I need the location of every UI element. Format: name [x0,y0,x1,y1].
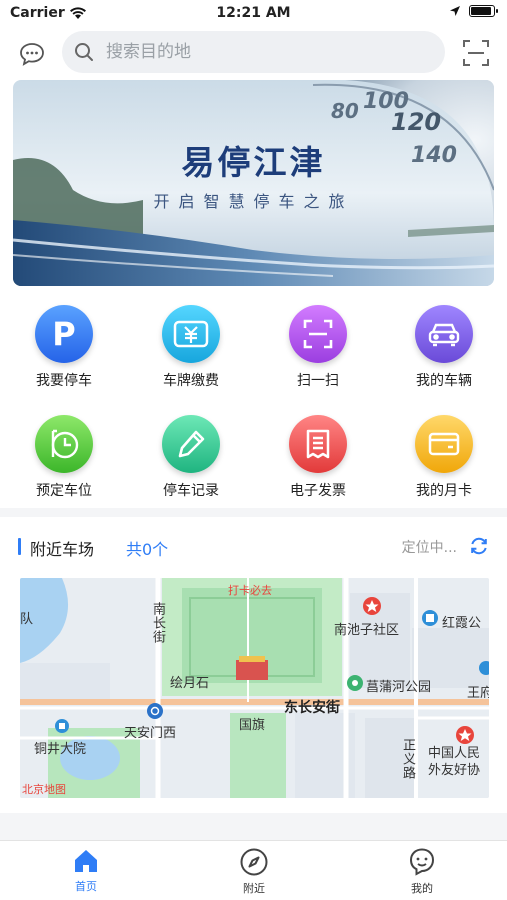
map-label: 队 [20,612,34,627]
menu-item-records[interactable]: 停车记录 [141,415,241,500]
car-icon [428,323,460,347]
battery-icon [469,5,498,17]
map-label: 打卡必去 [228,584,272,597]
pencil-icon [178,430,205,458]
refresh-location-button[interactable] [467,534,491,558]
service-menu: P 我要停车 车牌缴费 扫一扫 我的车辆 预定车位 停车记录 电子发票 我的月卡 [0,298,507,508]
map-label: 天安门西 [124,726,177,741]
scan-frame-icon [463,40,489,66]
svg-text:P: P [52,316,75,352]
speedo-number: 80 [331,99,359,123]
menu-item-label: 车牌缴费 [163,373,219,389]
tab-nearby[interactable]: 附近 [204,847,304,896]
speedo-number: 120 [391,108,441,136]
promo-banner[interactable]: 80 100 120 140 易停江津 开启智慧停车之旅 [13,80,494,286]
banner-subtitle: 开启智慧停车之旅 [153,192,354,211]
status-time: 12:21 AM [216,5,291,21]
search-bar[interactable] [62,31,445,73]
tab-label: 首页 [75,880,97,893]
receipt-icon [306,429,330,459]
search-icon [75,43,93,61]
scan-icon [303,319,333,349]
menu-item-my-car[interactable]: 我的车辆 [394,305,494,390]
menu-item-label: 扫一扫 [297,373,339,389]
chat-bubble-icon [20,43,44,66]
menu-item-scan[interactable]: 扫一扫 [268,305,368,390]
map-logo: 北京地图 [22,783,66,796]
map-view[interactable]: 打卡必去 队 南长街 绘月石 南池子社区 红霞公 菖蒲河公园 王府 东长安街 天… [20,578,489,798]
parking-p-icon: P [52,316,75,352]
menu-item-label: 我的月卡 [416,483,472,499]
map-label: 正义路 [400,738,415,780]
yuan-payment-icon [173,320,209,348]
menu-item-monthly-card[interactable]: 我的月卡 [394,415,494,500]
map-label: 南长街 [150,602,165,644]
menu-item-label: 停车记录 [163,483,219,499]
section-accent-bar [18,538,21,555]
map-label: 菖蒲河公园 [366,680,432,695]
banner-title: 易停江津 [181,143,326,182]
reserve-parking-icon [51,429,79,459]
card-icon [428,432,460,456]
search-header [0,28,507,80]
tab-home[interactable]: 首页 [36,847,136,894]
menu-item-invoice[interactable]: 电子发票 [268,415,368,500]
compass-icon [240,848,268,876]
banner-section: 80 100 120 140 易停江津 开启智慧停车之旅 [0,80,507,298]
map-label: 铜井大院 [34,742,87,757]
status-bar: Carrier 12:21 AM [0,0,507,28]
tab-label: 我的 [411,882,433,895]
bottom-tab-bar: 首页 附近 我的 [0,840,507,900]
profile-icon [409,848,435,876]
tab-profile[interactable]: 我的 [372,847,472,896]
refresh-icon [471,537,487,555]
map-label: 东长安街 [284,700,340,716]
menu-item-label: 电子发票 [290,483,346,499]
menu-item-reserve[interactable]: 预定车位 [14,415,114,500]
parking-count: 共0个 [126,540,169,559]
map-label: 绘月石 [170,676,210,691]
map-label: 王府 [467,686,489,701]
menu-item-label: 预定车位 [36,483,92,499]
home-icon [75,850,97,872]
nearby-parking-section: 附近车场 共0个 定位中... 打卡必去 队 南长街 绘月石 南池子社区 红霞公… [0,517,507,813]
map-label: 南池子社区 [334,623,400,638]
map-label: 红霞公 [442,616,482,631]
scan-button[interactable] [459,36,493,70]
tab-label: 附近 [243,882,265,895]
section-title: 附近车场 [30,540,95,559]
menu-item-label: 我的车辆 [416,373,472,389]
map-label: 中国人民外友好协 [428,746,481,778]
map-label: 国旗 [239,718,266,733]
search-input[interactable] [106,42,406,62]
menu-item-label: 我要停车 [36,373,92,389]
menu-item-parking[interactable]: P 我要停车 [14,305,114,390]
location-status: 定位中... [401,540,457,556]
location-arrow-icon [450,6,460,16]
menu-item-plate-payment[interactable]: 车牌缴费 [141,305,241,390]
message-button[interactable] [16,38,48,70]
